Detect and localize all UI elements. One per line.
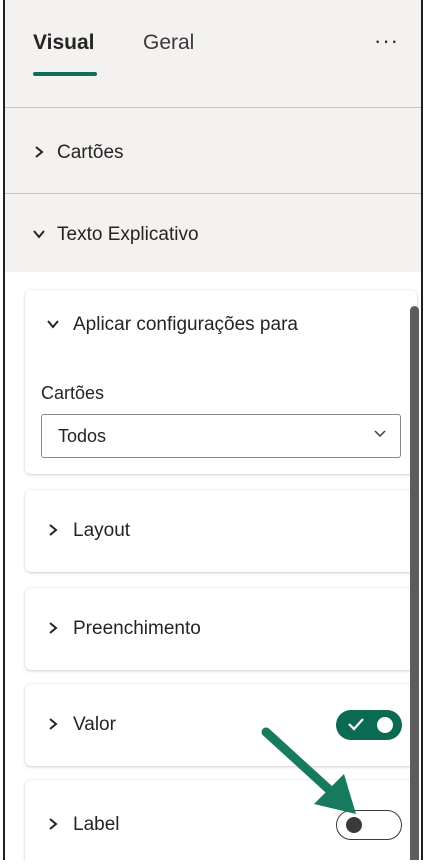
card-valor: Valor xyxy=(25,684,417,766)
pane-tabs: Visual Geral ··· xyxy=(5,0,421,107)
divider xyxy=(5,107,421,108)
valor-toggle[interactable] xyxy=(336,710,402,740)
card-label: Label xyxy=(25,780,417,860)
cartoes-field-label: Cartões xyxy=(41,383,105,403)
chevron-right-icon xyxy=(27,143,51,164)
section-texto-explicativo-label: Texto Explicativo xyxy=(57,224,199,245)
card-aplicar-label: Aplicar configurações para xyxy=(73,314,298,335)
card-preenchimento-header[interactable]: Preenchimento xyxy=(25,588,417,670)
card-layout: Layout xyxy=(25,490,417,572)
format-pane: Visual Geral ··· Cartões Texto Explicati… xyxy=(3,0,423,860)
card-layout-label: Layout xyxy=(73,520,131,541)
chevron-down-icon xyxy=(27,225,51,246)
chevron-down-icon xyxy=(41,315,65,336)
chevron-down-icon xyxy=(372,425,388,441)
section-cartoes-label: Cartões xyxy=(57,142,124,163)
active-tab-indicator xyxy=(33,72,97,76)
chevron-right-icon xyxy=(41,715,65,736)
card-preenchimento-label: Preenchimento xyxy=(73,618,201,639)
more-options-icon[interactable]: ··· xyxy=(374,28,399,54)
toggle-knob xyxy=(377,717,393,733)
chevron-right-icon xyxy=(41,619,65,640)
section-texto-explicativo[interactable]: Texto Explicativo xyxy=(5,195,421,275)
toggle-knob xyxy=(346,817,362,833)
card-aplicar-configuracoes: Aplicar configurações para Cartões Todos xyxy=(25,290,417,474)
section-cartoes[interactable]: Cartões xyxy=(5,113,421,193)
label-toggle[interactable] xyxy=(336,810,402,840)
card-aplicar-header[interactable]: Aplicar configurações para xyxy=(25,290,417,360)
dropdown-value: Todos xyxy=(58,425,107,446)
divider xyxy=(5,193,421,194)
card-valor-label: Valor xyxy=(73,714,116,735)
card-label-label: Label xyxy=(73,814,120,835)
tab-geral[interactable]: Geral xyxy=(143,31,194,55)
scrollbar[interactable] xyxy=(410,306,419,860)
chevron-right-icon xyxy=(41,815,65,836)
card-preenchimento: Preenchimento xyxy=(25,588,417,670)
section-content: Aplicar configurações para Cartões Todos… xyxy=(5,272,421,860)
tab-visual[interactable]: Visual xyxy=(33,31,94,55)
chevron-right-icon xyxy=(41,521,65,542)
checkmark-icon xyxy=(346,714,366,734)
cartoes-dropdown[interactable]: Todos xyxy=(41,414,401,458)
card-layout-header[interactable]: Layout xyxy=(25,490,417,572)
